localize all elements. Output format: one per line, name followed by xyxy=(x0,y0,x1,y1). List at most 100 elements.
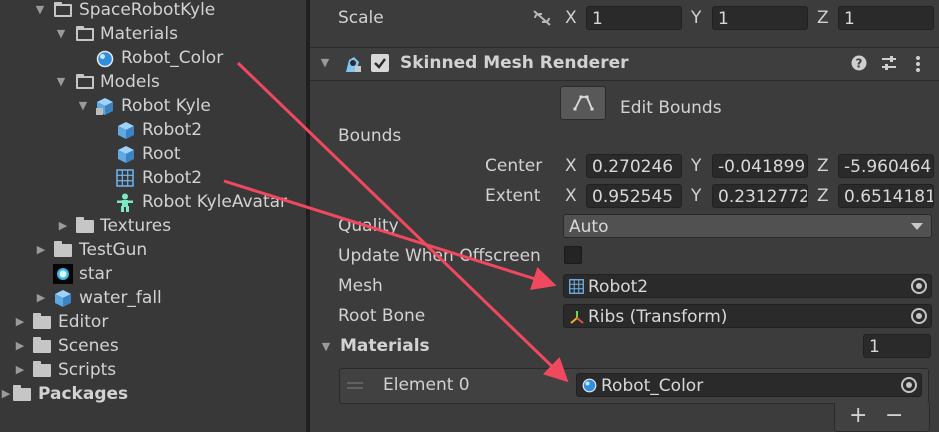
more-options-icon[interactable] xyxy=(914,55,922,73)
folder-open-icon xyxy=(76,74,94,89)
edit-bounds-icon xyxy=(573,95,594,111)
tree-item-label: TestGun xyxy=(79,240,148,260)
transform-axes-icon xyxy=(570,311,584,324)
expand-arrow-icon[interactable]: ▼ xyxy=(75,94,91,118)
edit-bounds-button[interactable] xyxy=(560,86,606,120)
constrain-proportions-icon[interactable] xyxy=(532,9,552,27)
object-picker-icon[interactable] xyxy=(911,278,927,294)
tree-item-editor[interactable]: ▶ Editor xyxy=(0,310,306,334)
tree-item-packages[interactable]: ▶ Packages xyxy=(0,382,306,406)
material-sphere-icon xyxy=(96,50,114,68)
extent-x-field[interactable]: 0.952545 xyxy=(586,184,682,208)
tree-item-models[interactable]: ▼ Models xyxy=(0,70,306,94)
tree-item-robot-kyleavatar[interactable]: Robot KyleAvatar xyxy=(0,190,306,214)
material-element-0-field[interactable]: Robot_Color xyxy=(576,373,922,397)
root-bone-object-field[interactable]: Ribs (Transform) xyxy=(563,304,932,328)
collapse-arrow-icon[interactable]: ▶ xyxy=(55,214,71,238)
help-icon[interactable]: ? xyxy=(851,55,867,71)
tree-item-label: Robot KyleAvatar xyxy=(142,192,288,212)
folder-closed-icon xyxy=(13,385,31,401)
scale-z-field[interactable]: 1 xyxy=(838,6,934,30)
material-sphere-icon xyxy=(582,378,597,393)
tree-item-label: Robot Kyle xyxy=(121,96,211,116)
center-y-field[interactable]: -0.041899 xyxy=(712,154,808,178)
tree-item-materials[interactable]: ▼ Materials xyxy=(0,22,306,46)
tree-item-spacerobotkyle[interactable]: ▼ SpaceRobotKyle xyxy=(0,0,306,22)
drag-handle-icon[interactable] xyxy=(347,382,363,390)
chevron-down-icon xyxy=(911,223,923,230)
quality-dropdown[interactable]: Auto xyxy=(563,214,932,238)
component-enabled-checkbox[interactable] xyxy=(371,54,389,72)
mesh-value: Robot2 xyxy=(588,277,649,297)
tree-item-root[interactable]: Root xyxy=(0,142,306,166)
materials-size-field[interactable]: 1 xyxy=(863,334,931,358)
materials-label[interactable]: Materials xyxy=(340,336,430,356)
preset-sliders-icon[interactable] xyxy=(880,55,898,71)
center-z-axis-label[interactable]: Z xyxy=(817,156,829,176)
bounds-label: Bounds xyxy=(338,126,402,146)
expand-arrow-icon[interactable]: ▼ xyxy=(53,22,69,46)
tree-item-label: Editor xyxy=(58,312,109,332)
extent-y-field[interactable]: 0.2312772 xyxy=(712,184,808,208)
folder-closed-icon xyxy=(76,217,94,233)
tree-item-scenes[interactable]: ▶ Scenes xyxy=(0,334,306,358)
scale-x-field[interactable]: 1 xyxy=(586,6,682,30)
update-when-offscreen-checkbox[interactable] xyxy=(564,246,582,264)
tree-item-robot2-mesh[interactable]: Robot2 xyxy=(0,118,306,142)
tree-item-water-fall[interactable]: ▶ water_fall xyxy=(0,286,306,310)
material-element-label: Element 0 xyxy=(383,375,470,395)
collapse-arrow-icon[interactable]: ▶ xyxy=(0,382,14,406)
center-x-axis-label[interactable]: X xyxy=(565,156,577,176)
tree-item-star[interactable]: star xyxy=(0,262,306,286)
center-y-axis-label[interactable]: Y xyxy=(691,156,701,176)
checkmark-icon xyxy=(374,58,386,69)
tree-item-scripts[interactable]: ▶ Scripts xyxy=(0,358,306,382)
collapse-arrow-icon[interactable]: ▶ xyxy=(12,334,28,358)
skinned-mesh-renderer-icon xyxy=(346,57,361,72)
scale-y-field[interactable]: 1 xyxy=(712,6,808,30)
scale-label: Scale xyxy=(338,8,384,28)
extent-x-axis-label[interactable]: X xyxy=(565,186,577,206)
tree-item-robot-kyle[interactable]: ▼ Robot Kyle xyxy=(0,94,306,118)
material-element-0-value: Robot_Color xyxy=(601,376,704,396)
expand-arrow-icon[interactable]: ▼ xyxy=(32,0,48,22)
extent-label: Extent xyxy=(485,186,541,206)
collapse-arrow-icon[interactable]: ▶ xyxy=(12,358,28,382)
tree-item-textures[interactable]: ▶ Textures xyxy=(0,214,306,238)
component-fold-arrow-icon[interactable]: ▼ xyxy=(317,54,333,72)
object-picker-icon[interactable] xyxy=(911,308,927,324)
object-picker-icon[interactable] xyxy=(901,377,917,393)
tree-item-label: Scenes xyxy=(58,336,119,356)
scale-y-axis-label[interactable]: Y xyxy=(691,8,701,28)
edit-bounds-label: Edit Bounds xyxy=(620,98,722,118)
scale-z-axis-label[interactable]: Z xyxy=(817,8,829,28)
update-when-offscreen-label: Update When Offscreen xyxy=(338,246,541,266)
tree-item-robot-color[interactable]: Robot_Color xyxy=(0,46,306,70)
tree-item-label: Models xyxy=(100,72,160,92)
extent-y-axis-label[interactable]: Y xyxy=(691,186,701,206)
scale-x-axis-label[interactable]: X xyxy=(565,8,577,28)
extent-z-field[interactable]: 0.6514181 xyxy=(838,184,934,208)
prefab-cube-icon xyxy=(55,290,71,307)
materials-list: Element 0 Robot_Color xyxy=(339,368,929,404)
folder-closed-icon xyxy=(54,241,72,257)
mesh-object-field[interactable]: Robot2 xyxy=(563,274,932,298)
model-prefab-icon xyxy=(96,98,113,115)
tree-item-testgun[interactable]: ▶ TestGun xyxy=(0,238,306,262)
center-z-field[interactable]: -5.960464 xyxy=(838,154,934,178)
collapse-arrow-icon[interactable]: ▶ xyxy=(33,238,49,262)
collapse-arrow-icon[interactable]: ▶ xyxy=(12,310,28,334)
add-element-button[interactable]: + xyxy=(849,403,867,429)
materials-fold-arrow-icon[interactable]: ▼ xyxy=(318,338,334,356)
collapse-arrow-icon[interactable]: ▶ xyxy=(33,286,49,310)
folder-closed-icon xyxy=(33,337,51,353)
expand-arrow-icon[interactable]: ▼ xyxy=(53,70,69,94)
tree-item-label: star xyxy=(79,264,112,284)
center-x-field[interactable]: 0.270246 xyxy=(586,154,682,178)
remove-element-button[interactable]: − xyxy=(885,403,903,429)
extent-z-axis-label[interactable]: Z xyxy=(817,186,829,206)
tree-item-robot2-grid[interactable]: Robot2 xyxy=(0,166,306,190)
tree-item-label: Root xyxy=(142,144,181,164)
component-header-skinned-mesh-renderer[interactable]: ▼ Skinned Mesh Renderer ? xyxy=(310,47,939,81)
tree-item-label: Textures xyxy=(100,216,172,236)
